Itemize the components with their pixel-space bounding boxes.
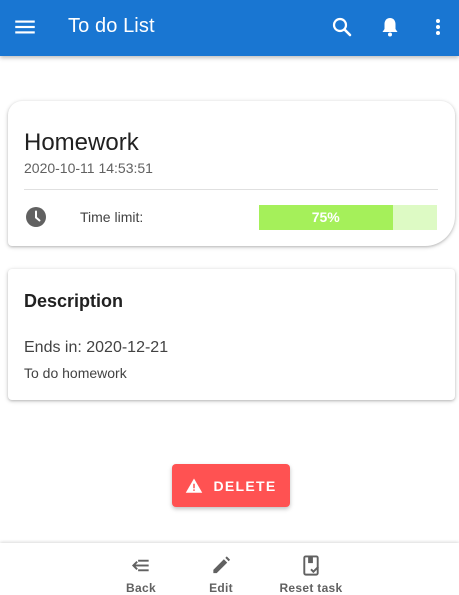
menu-icon[interactable]	[12, 14, 38, 40]
clock-icon	[26, 207, 46, 227]
warning-icon	[186, 478, 203, 493]
back-arrow-icon	[131, 559, 149, 572]
task-created-timestamp: 2020-10-11 14:53:51	[24, 160, 153, 176]
description-end-date: Ends in: 2020-12-21	[24, 339, 169, 356]
nav-edit-label: Edit	[209, 581, 233, 595]
time-limit-progress-bar: 75%	[259, 205, 437, 230]
description-card: Description Ends in: 2020-12-21 To do ho…	[8, 269, 455, 400]
app-root: To do List Homework 2020-10-11 14:53:51 …	[0, 0, 459, 595]
page-title: To do List	[68, 15, 155, 37]
task-card: Homework 2020-10-11 14:53:51 Time limit:…	[8, 101, 455, 246]
delete-button-label: DELETE	[213, 477, 277, 494]
description-heading: Description	[24, 291, 124, 311]
more-vert-icon[interactable]	[426, 15, 450, 39]
reset-task-icon	[303, 555, 319, 576]
app-bar: To do List	[0, 0, 459, 56]
delete-button[interactable]: DELETE	[172, 464, 290, 507]
nav-back-label: Back	[126, 581, 156, 595]
search-icon[interactable]	[330, 15, 354, 39]
nav-edit-button[interactable]: Edit	[191, 543, 251, 595]
pencil-icon	[213, 556, 231, 574]
time-limit-label: Time limit:	[80, 209, 144, 225]
nav-reset-task-button[interactable]: Reset task	[271, 543, 351, 595]
nav-reset-task-label: Reset task	[279, 581, 343, 595]
nav-back-button[interactable]: Back	[111, 543, 171, 595]
task-title: Homework	[24, 129, 139, 156]
bell-icon[interactable]	[378, 15, 402, 39]
description-body: To do homework	[24, 365, 127, 381]
divider	[24, 189, 438, 190]
progress-label: 75%	[311, 209, 340, 225]
bottom-navigation: Back Edit Reset task	[0, 543, 459, 595]
